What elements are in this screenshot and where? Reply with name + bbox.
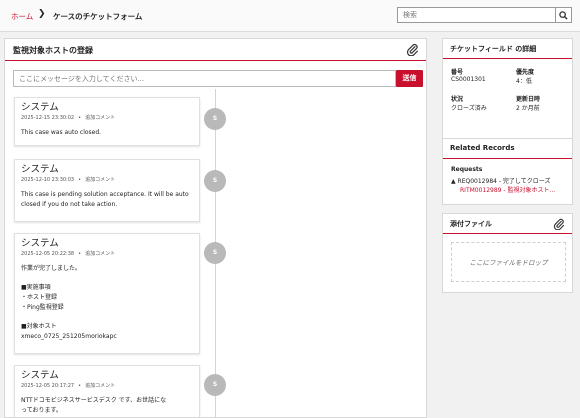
activity-panel: 監視対象ホストの登録 送信 システム 2025-12-15 23:30:02•追… xyxy=(4,38,427,418)
avatar: S xyxy=(204,242,226,264)
priority-value: 4：低 xyxy=(516,78,532,85)
entry-timestamp: 2025-12-05 20:17:27 xyxy=(21,383,75,389)
entry-line: NTTドコモビジネスサービスデスク です、お世話にな xyxy=(21,397,167,404)
entry-meta: 2025-12-05 20:22:38 • 追加コメント xyxy=(21,251,116,257)
requests-label: Requests xyxy=(451,166,483,173)
breadcrumb-separator-icon: ❯ xyxy=(38,9,46,19)
updated-label: 更新日時 xyxy=(516,96,541,103)
entry-body: This case is pending solution acceptance… xyxy=(21,190,193,210)
priority-label: 優先度 xyxy=(516,69,535,76)
entry-line: ・ホスト登録 xyxy=(21,294,58,301)
entry-line: っております。 xyxy=(21,407,62,414)
page-title: 監視対象ホストの登録 xyxy=(13,46,93,55)
search-button[interactable] xyxy=(556,7,572,23)
related-request-item[interactable]: ▲ REQ0012984 - 完了してクローズ xyxy=(451,176,550,185)
breadcrumb-home-link[interactable]: ホーム xyxy=(11,11,33,22)
status-label: 状況 xyxy=(451,96,464,103)
entry-line: This case was auto closed. xyxy=(21,129,102,136)
entry-type: 追加コメント xyxy=(85,115,116,121)
activity-entry: システム 2025-12-05 20:17:27 • 追加コメント NTTドコモビジ… xyxy=(14,365,200,417)
entry-timestamp: 2025-12-05 20:22:38 xyxy=(21,251,75,257)
attachments-title: 添付ファイル xyxy=(450,220,492,228)
ticket-fields-panel: チケットフィールド の詳細 番号 CS0001301 優先度 4：低 状況 クロ… xyxy=(442,38,573,142)
entry-line: ・Ping監視登録 xyxy=(21,304,64,311)
entry-blank-line xyxy=(21,313,193,322)
entry-author: システム xyxy=(21,238,59,249)
search-input[interactable] xyxy=(397,7,556,23)
number-label: 番号 xyxy=(451,69,464,76)
entry-meta: 2025-12-10 23:30:03 • 追加コメント xyxy=(21,177,116,183)
related-records-header: Related Records xyxy=(443,139,572,159)
related-records-panel: Related Records Requests ▲ REQ0012984 - … xyxy=(442,138,573,205)
entry-author: システム xyxy=(21,164,59,175)
status-value: クローズ済み xyxy=(451,105,487,112)
entry-type: 追加コメント xyxy=(85,251,116,257)
breadcrumb-current: ケースのチケットフォーム xyxy=(53,12,143,21)
message-input[interactable] xyxy=(13,70,396,87)
avatar: S xyxy=(204,108,226,130)
number-value: CS0001301 xyxy=(451,76,486,83)
entry-blank-line xyxy=(21,274,193,283)
related-ritm-link[interactable]: RITM0012989 - 監視対象ホスト... xyxy=(460,185,555,194)
avatar: S xyxy=(204,374,226,396)
paperclip-icon[interactable] xyxy=(406,43,419,56)
entry-type: 追加コメント xyxy=(85,383,116,389)
entry-body: 作業が完了しました。 ■実施事項 ・ホスト登録 ・Ping監視登録 ■対象ホスト… xyxy=(21,264,193,342)
related-request-text: REQ0012984 - 完了してクローズ xyxy=(457,178,551,185)
send-button[interactable]: 送信 xyxy=(396,70,423,87)
entry-line: closed if you do not take action. xyxy=(21,201,118,208)
entry-line: xmeco_0725_251205moriokapc xyxy=(21,333,117,340)
entry-author: システム xyxy=(21,370,59,381)
ticket-fields-grid: 番号 CS0001301 優先度 4：低 状況 クローズ済み 更新日時 2 か月… xyxy=(443,59,572,141)
paperclip-icon[interactable] xyxy=(553,218,565,230)
entry-body: NTTドコモビジネスサービスデスク です、お世話にな っております。 xyxy=(21,396,193,416)
attachments-header: 添付ファイル xyxy=(443,214,572,234)
entry-author: システム xyxy=(21,102,59,113)
caret-up-icon[interactable]: ▲ xyxy=(451,178,456,185)
top-bar: ホーム ❯ ケースのチケットフォーム xyxy=(0,0,580,32)
avatar: S xyxy=(204,170,226,192)
entry-body: This case was auto closed. xyxy=(21,128,193,138)
entry-timestamp: 2025-12-10 23:30:03 xyxy=(21,177,75,183)
activity-entry: システム 2025-12-15 23:30:02 • 追加コメント This cas… xyxy=(14,97,200,146)
entry-line: 作業が完了しました。 xyxy=(21,265,82,272)
entry-timestamp: 2025-12-15 23:30:02 xyxy=(21,115,75,121)
updated-value: 2 か月前 xyxy=(516,105,540,112)
activity-entry: システム 2025-12-10 23:30:03 • 追加コメント This cas… xyxy=(14,159,200,222)
activity-entry: システム 2025-12-05 20:22:38 • 追加コメント 作業が完了しまし… xyxy=(14,233,200,354)
entry-line: ■実施事項 xyxy=(21,284,51,291)
search-icon xyxy=(559,11,568,20)
entry-line: This case is pending solution acceptance… xyxy=(21,191,189,198)
file-drop-zone[interactable]: ここにファイルをドロップ xyxy=(451,242,566,282)
entry-meta: 2025-12-05 20:17:27 • 追加コメント xyxy=(21,383,116,389)
attachments-panel: 添付ファイル ここにファイルをドロップ xyxy=(442,213,573,293)
ticket-fields-header: チケットフィールド の詳細 xyxy=(443,39,572,59)
entry-line: ■対象ホスト xyxy=(21,323,57,330)
entry-meta: 2025-12-15 23:30:02 • 追加コメント xyxy=(21,115,116,121)
activity-panel-header: 監視対象ホストの登録 xyxy=(5,39,426,61)
entry-type: 追加コメント xyxy=(85,177,116,183)
